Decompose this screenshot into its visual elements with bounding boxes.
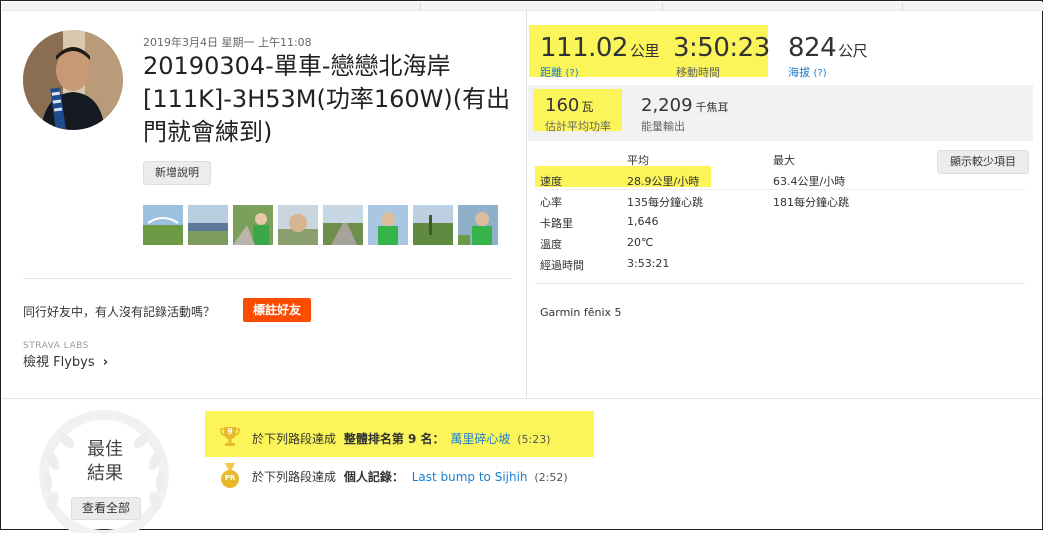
device-name: Garmin fēnix 5 [540,306,622,319]
photo-thumbnail[interactable] [143,205,183,245]
moving-time-value: 3:50:23 [673,33,770,63]
divider [535,283,1025,284]
achievement-prefix: 於下列路段達成 [252,470,337,484]
photo-thumbnail[interactable] [368,205,408,245]
photo-thumbnail[interactable] [278,205,318,245]
achievement-prefix: 於下列路段達成 [252,432,337,446]
power-label: 估計平均功率 [545,120,611,133]
segment-link[interactable]: Last bump to Sijhih [412,470,528,484]
row-label-calories: 卡路里 [540,217,573,230]
show-less-button[interactable]: 顯示較少項目 [937,150,1029,174]
achievement-item: 於下列路段達成 整體排名第 9 名： 萬里碎心坡 (5:23) [252,430,551,447]
photo-thumbnail[interactable] [413,205,453,245]
trophy-rank: 9 [227,427,233,436]
photo-thumbnail[interactable] [233,205,273,245]
distance-value: 111.02 [540,33,628,63]
tag-friends-button[interactable]: 標註好友 [243,298,311,322]
view-all-results-button[interactable]: 查看全部 [71,497,141,520]
moving-time-label: 移動時間 [676,66,720,79]
stat-distance-label: 距離 (?) [540,64,579,80]
column-divider [526,11,527,397]
row-avg-calories: 1,646 [627,215,659,228]
row-max-heart-rate: 181每分鐘心跳 [773,196,849,209]
top-strip [2,2,1043,11]
elevation-value: 824 [788,33,837,63]
pr-medal-text: PR [224,474,236,482]
stat-elevation: 824 公尺 [788,33,868,63]
photo-thumbnail[interactable] [458,205,498,245]
elevation-label: 海拔 [788,66,810,79]
row-label-elapsed-time: 經過時間 [540,259,584,272]
row-avg-speed: 28.9公里/小時 [627,175,700,188]
elevation-help-link[interactable]: (?) [814,68,827,79]
col-header-max: 最大 [773,154,795,167]
best-results-heading-line2: 結果 [87,463,123,484]
stat-moving-time: 3:50:23 [673,33,770,63]
view-flybys-text: 檢視 Flybys [23,355,95,370]
power-value: 160 [545,95,580,116]
stat-energy: 2,209 千焦耳 [641,95,729,116]
row-label-temperature: 溫度 [540,238,562,251]
activity-date: 2019年3月4日 星期一 上午11:08 [143,36,312,49]
athlete-avatar[interactable] [23,30,123,130]
add-description-button[interactable]: 新增說明 [143,161,211,185]
distance-help-link[interactable]: (?) [566,68,579,79]
strava-labs-label: STRAVA LABS [23,341,89,351]
power-unit: 瓦 [581,100,594,114]
segment-link[interactable]: 萬里碎心坡 [450,432,510,446]
energy-label: 能量輸出 [641,120,685,133]
achievement-rank: 個人記錄： [343,470,404,484]
view-flybys-link[interactable]: 檢視 Flybys › [23,351,108,370]
best-results-heading: 最佳 結果 [63,438,147,486]
energy-value: 2,209 [641,95,693,116]
row-label-speed: 速度 [540,175,562,188]
divider [23,278,511,279]
stat-elevation-label: 海拔 (?) [788,64,827,80]
row-avg-temperature: 20℃ [627,236,654,249]
row-avg-heart-rate: 135每分鐘心跳 [627,196,703,209]
distance-unit: 公里 [629,42,660,60]
stat-distance: 111.02 公里 [540,33,660,63]
distance-label: 距離 [540,66,562,79]
segment-time: (5:23) [517,433,551,446]
activity-page: 2019年3月4日 星期一 上午11:08 20190304-單車-戀戀北海岸[… [0,0,1043,537]
segment-time: (2:52) [534,471,568,484]
photo-thumbnail[interactable] [323,205,363,245]
achievement-item: 於下列路段達成 個人記錄： Last bump to Sijhih (2:52) [252,468,568,485]
row-avg-elapsed-time: 3:53:21 [627,257,670,270]
stat-power: 160 瓦 [545,95,593,116]
section-divider [2,398,1042,399]
row-max-speed: 63.4公里/小時 [773,175,846,188]
tag-friends-prompt: 同行好友中，有人沒有記錄活動嗎？ [23,305,216,319]
energy-unit: 千焦耳 [695,101,729,114]
achievement-rank: 整體排名第 9 名： [343,432,445,446]
chevron-right-icon: › [102,355,109,370]
activity-title: 20190304-單車-戀戀北海岸[111K]-3H53M(功率160W)(有出… [143,52,511,146]
row-label-heart-rate: 心率 [540,196,562,209]
best-results-heading-line1: 最佳 [87,439,123,460]
elevation-unit: 公尺 [838,42,868,60]
photo-thumbnail[interactable] [188,205,228,245]
row-divider [535,189,1025,190]
